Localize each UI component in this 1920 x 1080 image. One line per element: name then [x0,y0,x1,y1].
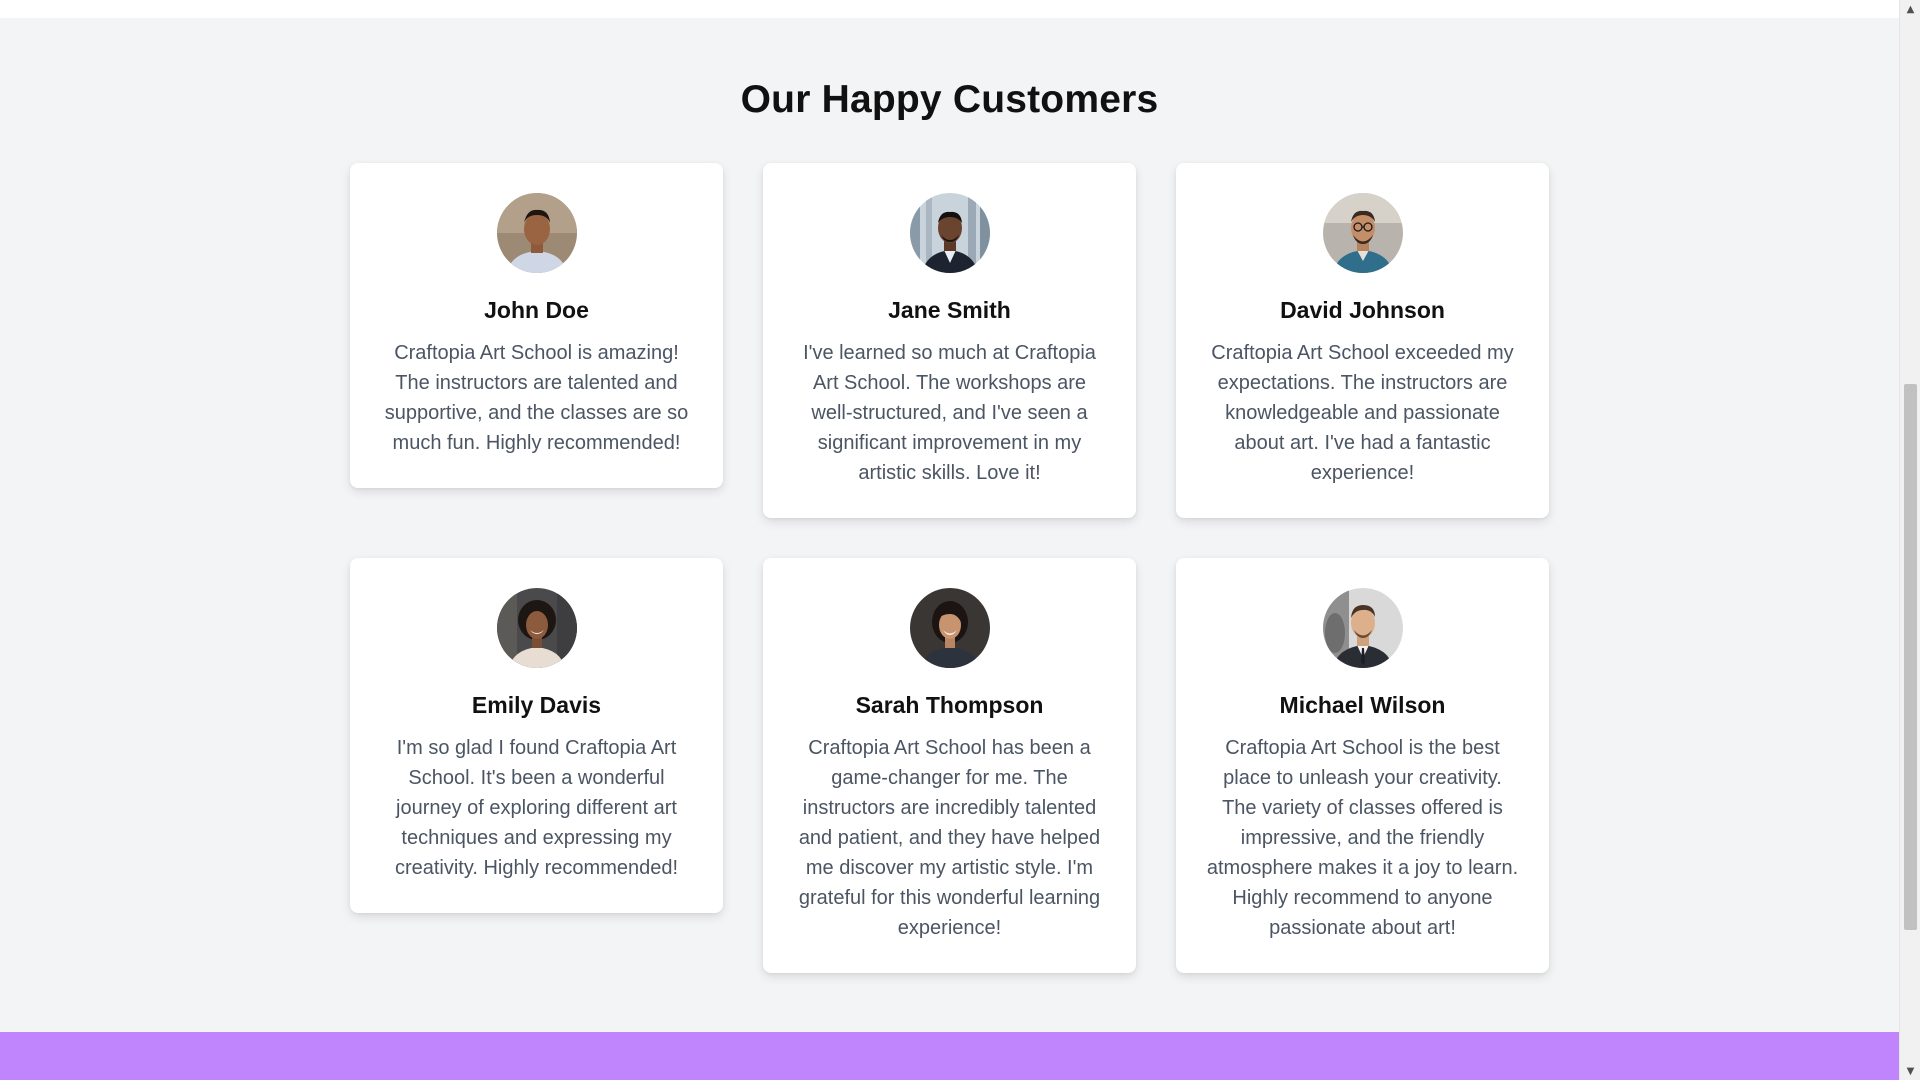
customer-quote: Craftopia Art School has been a game-cha… [798,737,1101,939]
testimonial-card: David Johnson Craftopia Art School excee… [1176,163,1549,518]
customer-quote: Craftopia Art School is the best place t… [1206,737,1519,939]
footer-band [0,1032,1899,1080]
customer-name: Sarah Thompson [855,692,1044,718]
customer-quote: Craftopia Art School exceeded my expecta… [1211,342,1514,484]
woman-curly-hair-avatar-icon [496,588,577,668]
testimonial-card: Michael Wilson Craftopia Art School is t… [1176,558,1549,973]
avatar [1322,193,1403,273]
testimonials-section: Our Happy Customers John Doe Craftopia A… [0,18,1899,1032]
customer-name: John Doe [484,297,589,323]
testimonial-card: John Doe Craftopia Art School is amazing… [350,163,723,488]
avatar [909,588,990,668]
testimonial-card: Jane Smith I've learned so much at Craft… [763,163,1136,518]
customer-name: Jane Smith [888,297,1011,323]
avatar [1322,588,1403,668]
customer-name: Michael Wilson [1279,692,1446,718]
man-suit-avatar-icon [1322,588,1403,668]
customer-quote: I'm so glad I found Craftopia Art School… [394,737,679,879]
testimonial-card: Sarah Thompson Craftopia Art School has … [763,558,1136,973]
avatar [496,193,577,273]
man-glasses-avatar-icon [1322,193,1403,273]
customer-quote: I've learned so much at Craftopia Art Sc… [803,342,1096,484]
scroll-up-icon[interactable]: ▲ [1900,0,1920,18]
man-office-avatar-icon [909,193,990,273]
testimonial-grid: John Doe Craftopia Art School is amazing… [350,163,1550,973]
avatar [496,588,577,668]
testimonial-card: Emily Davis I'm so glad I found Craftopi… [350,558,723,913]
top-header-strip [0,0,1899,18]
vertical-scrollbar[interactable]: ▲ ▼ [1899,0,1920,1080]
customer-name: Emily Davis [471,692,602,718]
scroll-thumb[interactable] [1904,384,1917,930]
section-title: Our Happy Customers [740,78,1159,121]
customer-quote: Craftopia Art School is amazing! The ins… [384,342,689,454]
scroll-down-icon[interactable]: ▼ [1900,1062,1920,1080]
customer-name: David Johnson [1280,297,1445,323]
avatar [909,193,990,273]
woman-dark-hair-avatar-icon [909,588,990,668]
man-smiling-avatar-icon [496,193,577,273]
